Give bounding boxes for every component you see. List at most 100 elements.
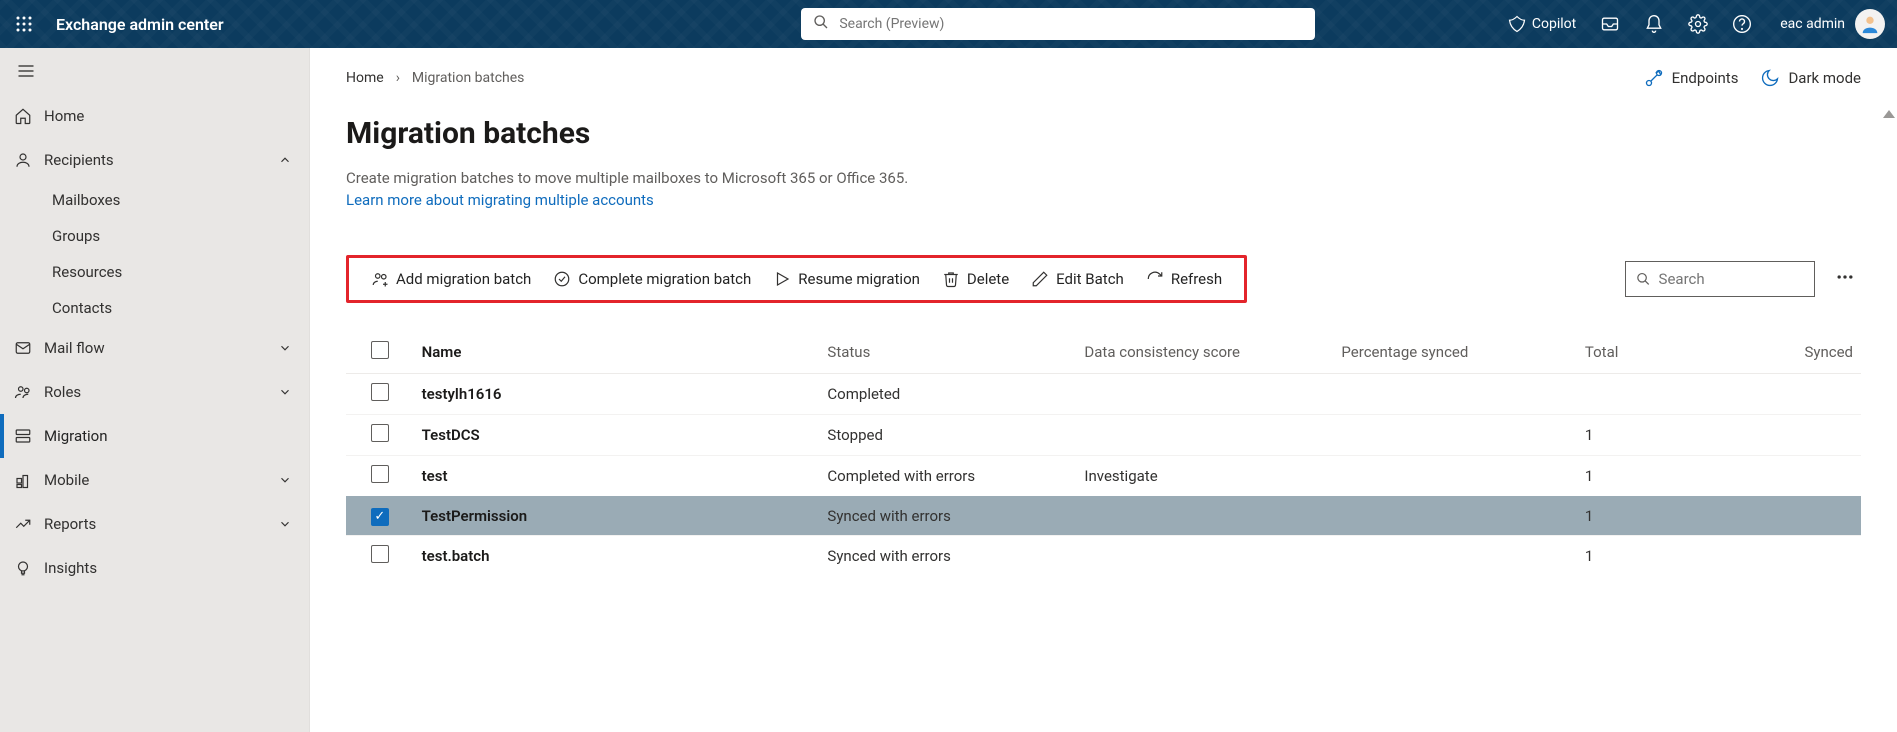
select-all-checkbox[interactable] <box>371 341 389 359</box>
chevron-down-icon <box>275 517 295 531</box>
endpoints-label: Endpoints <box>1672 69 1739 87</box>
nav-reports-label: Reports <box>44 515 275 533</box>
nav-roles[interactable]: Roles <box>0 370 309 414</box>
row-synced <box>1753 497 1861 536</box>
col-status[interactable]: Status <box>819 331 1076 374</box>
table-search-input[interactable] <box>1651 270 1804 288</box>
waffle-icon <box>15 15 33 33</box>
main-content: Home › Migration batches Endpoints <box>310 48 1897 732</box>
nav-mobile[interactable]: Mobile <box>0 458 309 502</box>
nav-migration[interactable]: Migration <box>0 414 309 458</box>
migration-batches-table: Name Status Data consistency score Perce… <box>346 331 1861 576</box>
breadcrumb: Home › Migration batches <box>346 70 524 86</box>
row-pct <box>1333 456 1576 497</box>
delete-button[interactable]: Delete <box>932 266 1019 292</box>
nav-contacts[interactable]: Contacts <box>0 290 309 326</box>
moon-icon <box>1760 68 1780 88</box>
col-total[interactable]: Total <box>1577 331 1753 374</box>
resume-migration-button[interactable]: Resume migration <box>763 266 930 292</box>
col-dcs[interactable]: Data consistency score <box>1076 331 1333 374</box>
breadcrumb-home[interactable]: Home <box>346 70 384 86</box>
refresh-button[interactable]: Refresh <box>1136 266 1232 292</box>
delete-label: Delete <box>967 270 1009 288</box>
edit-batch-button[interactable]: Edit Batch <box>1021 266 1134 292</box>
row-checkbox[interactable] <box>371 465 389 483</box>
dark-mode-toggle[interactable]: Dark mode <box>1760 68 1861 88</box>
complete-migration-batch-button[interactable]: Complete migration batch <box>543 266 761 292</box>
insights-icon <box>14 559 44 577</box>
help-button[interactable] <box>1720 0 1764 48</box>
account-button[interactable]: eac admin <box>1764 0 1893 48</box>
copilot-label: Copilot <box>1532 16 1576 32</box>
nav-collapse-button[interactable] <box>0 48 309 94</box>
row-dcs: Investigate <box>1076 456 1333 497</box>
add-migration-batch-button[interactable]: Add migration batch <box>361 266 541 292</box>
table-row[interactable]: testCompleted with errorsInvestigate1 <box>346 456 1861 497</box>
help-icon <box>1732 14 1752 34</box>
row-synced <box>1753 456 1861 497</box>
shell-inbox-button[interactable] <box>1588 0 1632 48</box>
row-total: 1 <box>1577 535 1753 576</box>
row-checkbox[interactable] <box>371 508 389 526</box>
play-icon <box>773 270 791 288</box>
col-name[interactable]: Name <box>414 331 820 374</box>
nav-groups[interactable]: Groups <box>0 218 309 254</box>
notifications-button[interactable] <box>1632 0 1676 48</box>
copilot-button[interactable]: Copilot <box>1496 0 1588 48</box>
col-synced[interactable]: Synced <box>1753 331 1861 374</box>
nav-contacts-label: Contacts <box>52 299 112 317</box>
nav-recipients[interactable]: Recipients <box>0 138 309 182</box>
col-pct[interactable]: Percentage synced <box>1333 331 1576 374</box>
breadcrumb-separator-icon: › <box>396 70 400 86</box>
endpoints-link[interactable]: Endpoints <box>1644 68 1739 88</box>
chevron-down-icon <box>275 341 295 355</box>
row-status: Stopped <box>819 415 1076 456</box>
row-checkbox[interactable] <box>371 424 389 442</box>
nav-mobile-label: Mobile <box>44 471 275 489</box>
gear-icon <box>1688 14 1708 34</box>
shell-inbox-icon <box>1600 14 1620 34</box>
row-name: test.batch <box>414 535 820 576</box>
nav-insights[interactable]: Insights <box>0 546 309 590</box>
add-migration-batch-label: Add migration batch <box>396 270 531 288</box>
nav-reports[interactable]: Reports <box>0 502 309 546</box>
row-status: Completed with errors <box>819 456 1076 497</box>
table-row[interactable]: TestDCSStopped1 <box>346 415 1861 456</box>
settings-button[interactable] <box>1676 0 1720 48</box>
row-status: Synced with errors <box>819 497 1076 536</box>
row-name: testylh1616 <box>414 374 820 415</box>
learn-more-link[interactable]: Learn more about migrating multiple acco… <box>346 191 654 209</box>
row-dcs <box>1076 497 1333 536</box>
table-row[interactable]: test.batchSynced with errors1 <box>346 535 1861 576</box>
pencil-icon <box>1031 270 1049 288</box>
table-row[interactable]: TestPermissionSynced with errors1 <box>346 497 1861 536</box>
endpoints-icon <box>1644 68 1664 88</box>
nav-resources[interactable]: Resources <box>0 254 309 290</box>
search-icon <box>1636 271 1651 287</box>
row-checkbox[interactable] <box>371 383 389 401</box>
nav-home[interactable]: Home <box>0 94 309 138</box>
chevron-down-icon <box>275 385 295 399</box>
nav-home-label: Home <box>44 107 295 125</box>
nav-mail-flow[interactable]: Mail flow <box>0 326 309 370</box>
roles-icon <box>14 383 44 401</box>
nav-mailboxes[interactable]: Mailboxes <box>0 182 309 218</box>
global-search-input[interactable] <box>801 8 1315 40</box>
row-dcs <box>1076 535 1333 576</box>
chevron-down-icon <box>275 473 295 487</box>
command-bar: Add migration batch Complete migration b… <box>346 255 1247 303</box>
app-launcher-button[interactable] <box>0 15 48 33</box>
more-options-button[interactable] <box>1829 261 1861 297</box>
mobile-icon <box>14 471 44 489</box>
table-search <box>1625 261 1815 297</box>
row-checkbox[interactable] <box>371 545 389 563</box>
nav-mail-flow-label: Mail flow <box>44 339 275 357</box>
page-title: Migration batches <box>346 116 1861 151</box>
more-horizontal-icon <box>1835 267 1855 287</box>
bell-icon <box>1644 14 1664 34</box>
table-row[interactable]: testylh1616Completed <box>346 374 1861 415</box>
page-description: Create migration batches to move multipl… <box>346 169 1861 187</box>
nav-recipients-label: Recipients <box>44 151 275 169</box>
row-pct <box>1333 535 1576 576</box>
row-synced <box>1753 415 1861 456</box>
